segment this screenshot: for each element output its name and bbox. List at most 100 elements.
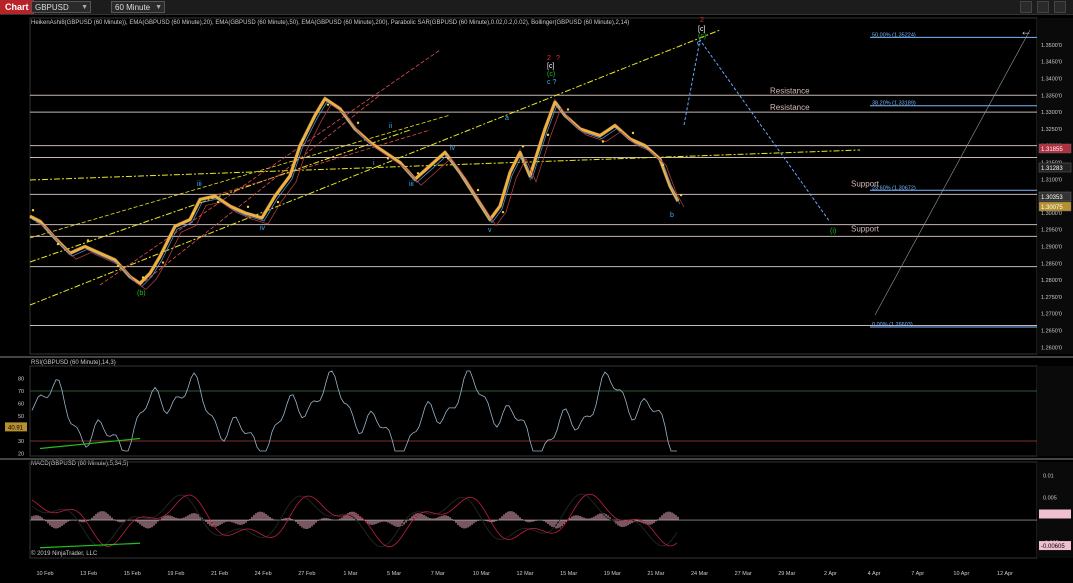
- date-axis-label: 12 Mar: [516, 571, 533, 577]
- date-axis-label: 21 Feb: [211, 571, 228, 577]
- chevron-down-icon: ▼: [155, 4, 162, 11]
- panel-frame: [29, 365, 1038, 457]
- parabolic-sar-dot: [521, 145, 525, 148]
- macd-value-tag: [1039, 509, 1071, 519]
- price-tick-label: 1.2750'0: [1041, 295, 1062, 301]
- price-tick-label: 1.2600'0: [1041, 345, 1062, 351]
- trendline-red: [99, 49, 441, 286]
- wave-label: iv: [450, 145, 456, 152]
- rsi-tick-label: 80: [18, 377, 24, 383]
- parabolic-sar-dot: [31, 209, 35, 212]
- date-axis-label: 5 Mar: [387, 571, 401, 577]
- wave-label: (c): [547, 71, 555, 78]
- date-axis-label: 27 Feb: [298, 571, 315, 577]
- wave-label: iii: [197, 181, 202, 188]
- parabolic-sar-dot: [631, 131, 635, 135]
- timeframe-selector[interactable]: 60 Minute ▼: [111, 1, 165, 13]
- parabolic-sar-dot: [416, 172, 420, 175]
- price-tick-label: 1.3400'0: [1041, 76, 1062, 82]
- price-tick-label: 1.3300'0: [1041, 110, 1062, 116]
- fib-level-label: 0.00% (1.26603): [872, 322, 913, 328]
- instrument-selector[interactable]: GBPUSD ▼: [31, 1, 91, 13]
- parabolic-sar-dot: [679, 193, 683, 197]
- wave-label: ii: [389, 123, 393, 130]
- wave-label: i: [373, 160, 375, 167]
- parabolic-sar-dot: [476, 188, 480, 192]
- maximize-button[interactable]: [1037, 1, 1049, 13]
- fib-level-label: 50.00% (1.35224): [872, 32, 916, 38]
- parabolic-sar-dot: [56, 242, 60, 246]
- price-tag-label: 1.30353: [1041, 195, 1063, 201]
- date-axis-label: 24 Feb: [255, 571, 272, 577]
- trendline-red: [139, 94, 381, 286]
- date-axis-label: 15 Feb: [124, 571, 141, 577]
- date-axis-label: 1 Mar: [343, 571, 357, 577]
- minimize-button[interactable]: [1020, 1, 1032, 13]
- wave-label: (c): [698, 33, 706, 40]
- rsi-tick-label: 30: [18, 439, 24, 445]
- date-axis-label: 2 Apr: [824, 571, 837, 577]
- date-axis-label: 24 Mar: [691, 571, 708, 577]
- price-tick-label: 1.3350'0: [1041, 93, 1062, 99]
- panel-frame: [29, 461, 1038, 559]
- price-tag-label: 1.30075: [1041, 205, 1063, 211]
- wave-label: a: [505, 115, 509, 122]
- price-tick-label: 1.3100'0: [1041, 177, 1062, 183]
- price-tick-label: 1.3500'0: [1041, 43, 1062, 49]
- parabolic-sar-dot: [386, 157, 390, 160]
- parabolic-sar-dot: [216, 200, 220, 204]
- chart-canvas[interactable]: 1.3500'0 1.3450'0 1.3400'0 1.3350'0 1.3300'0…: [0, 15, 1073, 583]
- date-axis-label: 27 Mar: [735, 571, 752, 577]
- parabolic-sar-dot: [661, 163, 665, 167]
- rsi-tick-label: 60: [18, 402, 24, 408]
- rsi-current-label: 40.91: [8, 425, 24, 431]
- date-axis-label: 21 Mar: [647, 571, 664, 577]
- parabolic-sar-dot: [546, 133, 550, 137]
- wave-label: (b): [137, 290, 146, 297]
- rsi-axis-bg: [1037, 366, 1073, 456]
- date-axis-label: 10 Apr: [953, 571, 969, 577]
- wave-label: iv: [260, 225, 266, 232]
- parabolic-sar-dot: [246, 205, 250, 209]
- wave-label: ?: [556, 55, 560, 62]
- parabolic-sar-dot: [161, 261, 165, 264]
- price-tick-label: 1.3250'0: [1041, 127, 1062, 133]
- support-label: Support: [851, 224, 880, 233]
- wave-label: v: [488, 227, 492, 234]
- parabolic-sar-dot: [86, 239, 90, 242]
- fib-level-label: 23.60% (1.30672): [872, 185, 916, 191]
- parabolic-sar-dot: [501, 210, 505, 214]
- rsi-line: [31, 370, 677, 452]
- cursor-arrow-icon: ←: [1020, 24, 1032, 38]
- parabolic-sar-dot: [276, 200, 280, 204]
- date-axis-label: 7 Apr: [911, 571, 924, 577]
- projection-line-grey: [874, 29, 1031, 316]
- rsi-tick-label: 50: [18, 414, 24, 420]
- wave-label: iii: [409, 181, 414, 188]
- parabolic-sar-dot: [356, 121, 360, 125]
- price-tick-label: 1.3000'0: [1041, 211, 1062, 217]
- parabolic-sar-dot: [116, 264, 120, 268]
- macd-current-label: -0.00605: [1041, 544, 1065, 550]
- date-axis-label: 29 Mar: [778, 571, 795, 577]
- parabolic-sar-dot: [301, 138, 305, 141]
- price-tick-label: 1.2950'0: [1041, 228, 1062, 234]
- price-tick-label: 1.2800'0: [1041, 278, 1062, 284]
- price-tick-label: 1.2700'0: [1041, 312, 1062, 318]
- fib-level-label: 38.20% (1.33189): [872, 101, 916, 107]
- chart-toolbar: Chart GBPUSD ▼ 60 Minute ▼: [0, 0, 1073, 15]
- chart-tab[interactable]: Chart: [0, 0, 34, 14]
- close-button[interactable]: [1054, 1, 1066, 13]
- parabolic-sar-dot: [446, 157, 450, 160]
- timeframe-value: 60 Minute: [115, 3, 151, 12]
- wave-label: 2: [700, 17, 704, 24]
- resistance-label: Resistance: [770, 103, 810, 112]
- price-tick-label: 1.3450'0: [1041, 60, 1062, 66]
- price-axis-bg: [1037, 18, 1073, 354]
- date-axis-label: 15 Mar: [560, 571, 577, 577]
- date-axis-label: 19 Mar: [604, 571, 621, 577]
- parabolic-sar-dot: [326, 103, 330, 106]
- resistance-label: Resistance: [770, 86, 810, 95]
- macd-divergence-line: [39, 542, 141, 549]
- parabolic-sar-dot: [141, 276, 145, 279]
